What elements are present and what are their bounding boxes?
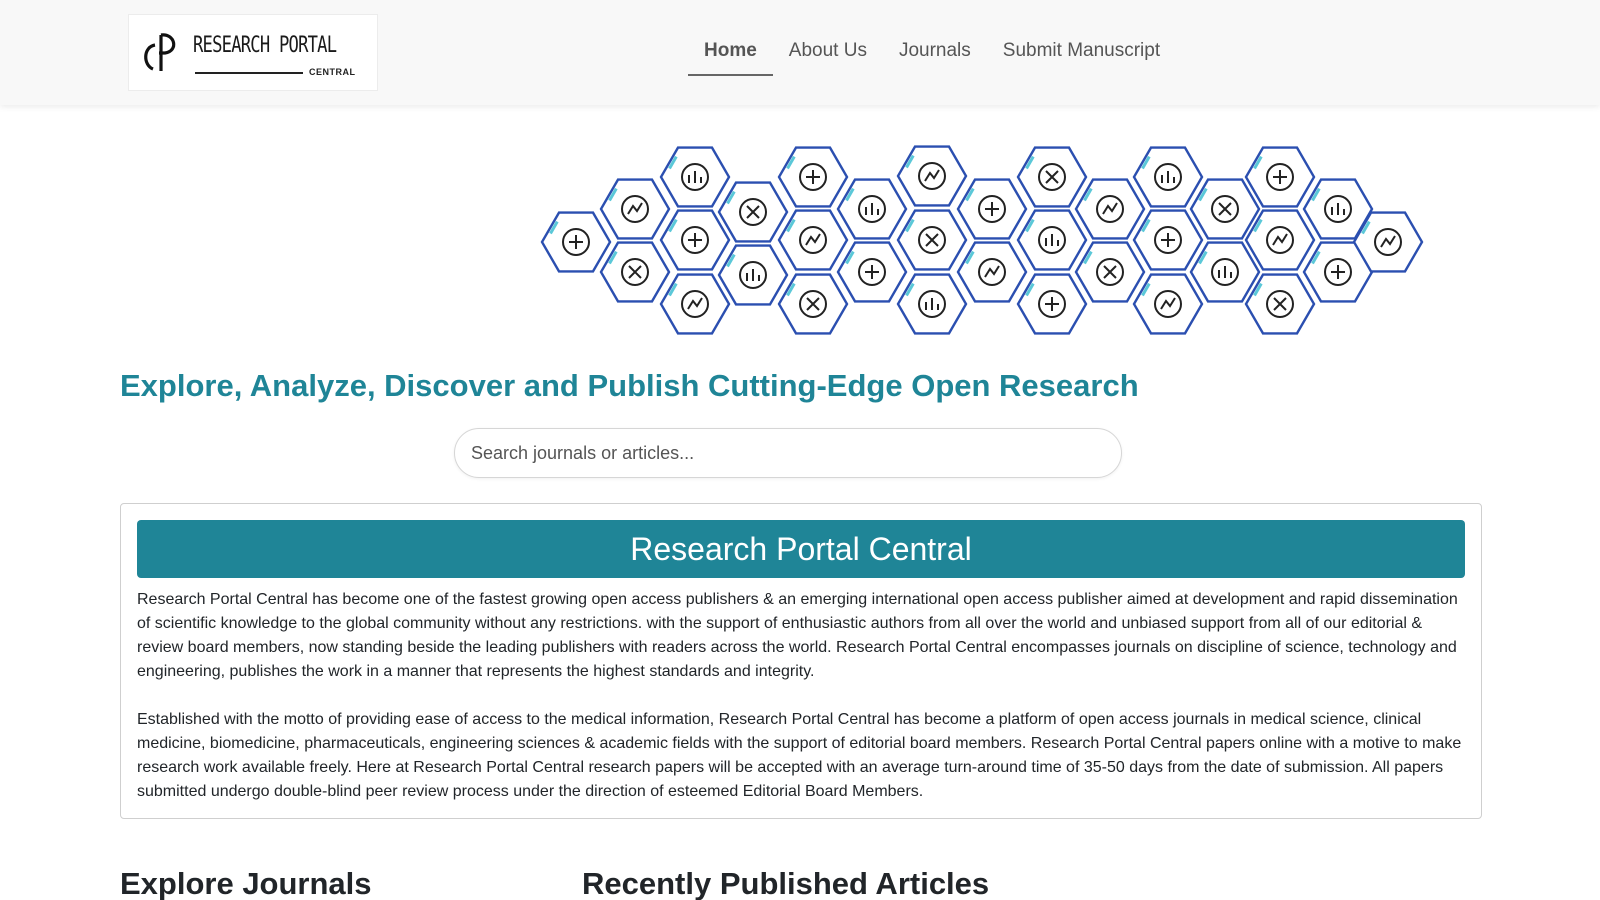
network-icon (956, 241, 1028, 303)
site-header: RESEARCH PORTAL CENTRAL Home About Us Jo… (0, 0, 1600, 105)
doctor-icon (599, 178, 671, 240)
code-monitor-icon (896, 209, 968, 271)
brain-icon (777, 273, 849, 335)
molecule-arrows-icon (1074, 178, 1146, 240)
about-card-heading: Research Portal Central (137, 520, 1465, 578)
atom-icon (836, 178, 908, 240)
lab-flask-icon (717, 181, 789, 243)
factory-icon (1074, 241, 1146, 303)
document-icon (956, 178, 1028, 240)
cells-icon (1244, 146, 1316, 208)
virus-icon (659, 273, 731, 335)
clipboard-hourglass-icon (1244, 273, 1316, 335)
about-card-body: Research Portal Central has become one o… (137, 588, 1467, 828)
nav-home[interactable]: Home (688, 32, 773, 76)
gears-icon (659, 146, 731, 208)
hero-title: Explore, Analyze, Discover and Publish C… (120, 368, 1139, 403)
idea-chart-icon (1016, 209, 1088, 271)
caduceus-icon (540, 211, 612, 273)
discipline-hex-banner (540, 145, 1424, 335)
paw-icon (836, 241, 908, 303)
about-paragraph-2: Established with the motto of providing … (137, 711, 1462, 800)
heart-icon (659, 209, 731, 271)
museum-icon (599, 241, 671, 303)
architecture-icon (896, 273, 968, 335)
recent-articles-heading: Recently Published Articles (582, 866, 990, 900)
nav-journals[interactable]: Journals (883, 32, 987, 76)
nav-about-us[interactable]: About Us (773, 32, 883, 76)
plants-icon (1016, 146, 1088, 208)
site-logo[interactable]: RESEARCH PORTAL CENTRAL (128, 14, 378, 91)
nav-submit-manuscript[interactable]: Submit Manuscript (987, 32, 1176, 76)
about-paragraph-1: Research Portal Central has become one o… (137, 591, 1458, 680)
logo-wordmark: RESEARCH PORTAL (193, 33, 337, 58)
lab-skull-icon (1132, 146, 1204, 208)
search-input[interactable] (454, 428, 1122, 478)
explore-journals-heading: Explore Journals (120, 866, 372, 900)
engineer-icon (896, 145, 968, 207)
logo-underline (195, 72, 303, 74)
tooth-icon (777, 209, 849, 271)
about-card: Research Portal Central Research Portal … (120, 503, 1482, 819)
lungs-icon (1132, 209, 1204, 271)
bone-icon (1132, 273, 1204, 335)
scientist-icon (1016, 273, 1088, 335)
medical-person-icon (1244, 209, 1316, 271)
logo-subtitle: CENTRAL (309, 67, 356, 77)
kidneys-icon (1189, 178, 1261, 240)
earth-icon (717, 244, 789, 306)
logo-mark-icon (144, 33, 176, 71)
gender-icon (1189, 241, 1261, 303)
rocket-icon (777, 146, 849, 208)
main-nav: Home About Us Journals Submit Manuscript (688, 32, 1176, 76)
